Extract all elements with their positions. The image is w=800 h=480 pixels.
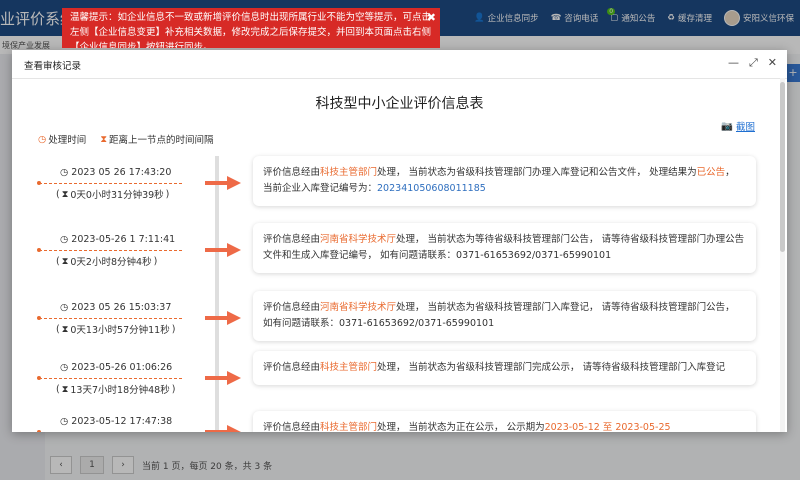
- entry-card: 评价信息经由河南省科学技术厅处理， 当前状态为省级科技管理部门入库登记， 请等待…: [253, 291, 756, 341]
- entry-time: ◷ 2023-05-12 17:47:38: [60, 416, 173, 427]
- arrow-right-icon: [205, 425, 241, 432]
- entry-time: ◷ 2023 05 26 15:03:37: [60, 302, 172, 313]
- hourglass-icon: ⧗: [61, 383, 69, 395]
- entry-duration: (⧗ 0天13小时57分钟11秒): [56, 323, 176, 337]
- clock-icon: ◷: [60, 234, 69, 245]
- dialog-controls: — ⤢ ✕: [728, 56, 777, 70]
- timeline-line: [215, 156, 219, 432]
- entry-card: 评价信息经由科技主管部门处理， 当前状态为正在公示， 公示期为2023-05-1…: [253, 411, 756, 432]
- minimize-icon[interactable]: —: [728, 56, 739, 70]
- org-name: 科技主管部门: [320, 362, 378, 373]
- entry-duration: (⧗ 13天7小时18分钟48秒): [56, 383, 176, 397]
- clock-icon: ◷: [38, 133, 47, 145]
- clock-icon: ◷: [60, 362, 69, 373]
- clock-icon: ◷: [60, 416, 69, 427]
- legend-interval: ⧗ 距离上一节点的时间间隔: [100, 133, 214, 147]
- arrow-right-icon: [205, 243, 241, 257]
- arrow-right-icon: [205, 311, 241, 325]
- arrow-right-icon: [205, 371, 241, 385]
- timeline-dash: [39, 183, 182, 184]
- warning-toast: 温馨提示：如企业信息不一致或新增评价信息时出现所属行业不能为空等提示，可点击左侧…: [62, 8, 440, 48]
- status-text: 已公告: [696, 167, 726, 178]
- hourglass-icon: ⧗: [61, 188, 69, 200]
- clock-icon: ◷: [60, 167, 69, 178]
- org-name: 科技主管部门: [320, 167, 378, 178]
- entry-time: ◷ 2023 05 26 17:43:20: [60, 167, 172, 178]
- hourglass-icon: ⧗: [100, 133, 107, 145]
- warning-text: 温馨提示：如企业信息不一致或新增评价信息时出现所属行业不能为空等提示，可点击左侧…: [70, 12, 432, 48]
- entry-card: 评价信息经由科技主管部门处理， 当前状态为省级科技管理部门办理入库登记和公告文件…: [253, 156, 756, 206]
- timeline-dash: [39, 250, 182, 251]
- maximize-icon[interactable]: ⤢: [749, 56, 758, 70]
- entry-time: ◷ 2023-05-26 01:06:26: [60, 362, 173, 373]
- close-icon[interactable]: ✕: [768, 56, 777, 70]
- entry-time: ◷ 2023-05-26 1 7:11:41: [60, 234, 176, 245]
- entry-duration: (⧗ 0天0小时31分钟39秒): [56, 188, 170, 202]
- entry-duration: (⧗ 0天2小时8分钟4秒): [56, 255, 158, 269]
- hourglass-icon: ⧗: [61, 323, 69, 335]
- entry-card: 评价信息经由河南省科学技术厅处理， 当前状态为等待省级科技管理部门公告， 请等待…: [253, 223, 756, 273]
- review-record-dialog: 查看审核记录 — ⤢ ✕ 科技型中小企业评价信息表 📷 截图 ◷ 处理时间 ⧗ 距离…: [12, 50, 787, 432]
- close-icon[interactable]: ✖: [427, 10, 436, 25]
- timeline-dash: [39, 378, 182, 379]
- org-name: 科技主管部门: [320, 422, 378, 432]
- status-text: 2023-05-12 至 2023-05-25: [544, 422, 671, 432]
- dialog-title: 查看审核记录: [24, 61, 82, 72]
- arrow-right-icon: [205, 176, 241, 190]
- legend: ◷ 处理时间 ⧗ 距离上一节点的时间间隔: [38, 132, 214, 147]
- document-title: 科技型中小企业评价信息表: [315, 96, 484, 112]
- dialog-header: 查看审核记录 — ⤢ ✕: [12, 50, 787, 79]
- entry-card: 评价信息经由科技主管部门处理， 当前状态为省级科技管理部门完成公示， 请等待省级…: [253, 351, 756, 385]
- scrollbar[interactable]: [780, 78, 785, 432]
- screenshot-button[interactable]: 📷 截图: [721, 119, 755, 134]
- registration-code: 202341050608011185: [377, 183, 486, 194]
- camera-icon: 📷: [721, 120, 733, 132]
- clock-icon: ◷: [60, 302, 69, 313]
- legend-process-time: ◷ 处理时间: [38, 133, 87, 147]
- hourglass-icon: ⧗: [61, 255, 69, 267]
- org-name: 河南省科学技术厅: [320, 234, 397, 245]
- timeline-dash: [39, 318, 182, 319]
- org-name: 河南省科学技术厅: [320, 302, 397, 313]
